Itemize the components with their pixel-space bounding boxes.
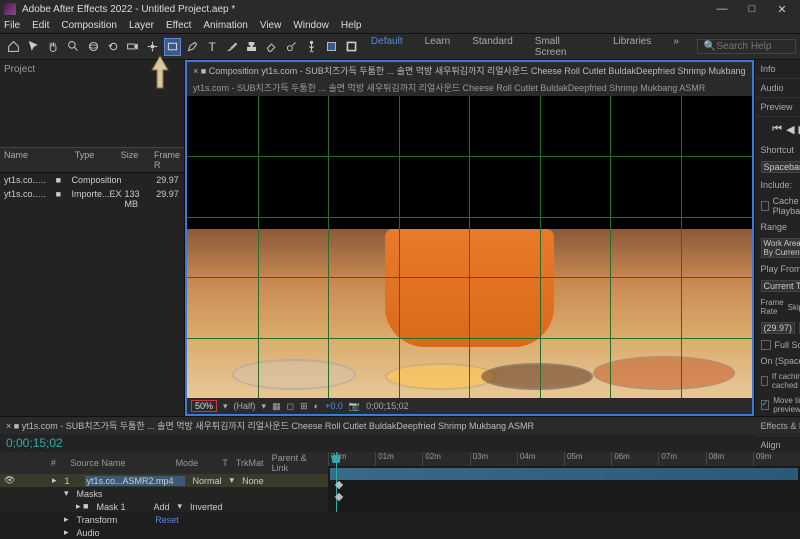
ifcaching-checkbox[interactable] [761, 376, 768, 386]
rectangle-tool-icon[interactable] [164, 38, 182, 56]
eraser-tool-icon[interactable] [263, 38, 281, 56]
workspace-tab-small[interactable]: Small Screen [525, 34, 601, 60]
menu-window[interactable]: Window [293, 20, 329, 31]
timeline-track-area[interactable]: 00m01m02m03m04m05m06m07m08m09m [328, 452, 800, 512]
fullscreen-checkbox[interactable] [761, 340, 771, 350]
minimize-button[interactable]: — [708, 1, 736, 17]
composition-breadcrumb[interactable]: yt1s.com - SUB치즈가득 두툼한 ... 솔면 먹방 새우튀김까지 … [187, 79, 752, 96]
resolution-dropdown[interactable]: (Half) [234, 401, 256, 411]
timeline-mask1[interactable]: ▸ ■Mask 1Add▾Inverted [0, 500, 328, 513]
app-logo [4, 3, 16, 15]
composition-viewer[interactable] [187, 96, 752, 398]
roto-brush-tool-icon[interactable] [283, 38, 301, 56]
search-help[interactable]: 🔍 [697, 39, 796, 54]
effects-panel-header[interactable]: Effects & Presets [755, 417, 800, 436]
prev-frame-icon[interactable]: ◀ [786, 123, 794, 136]
viewer-time[interactable]: 0;00;15;02 [366, 401, 409, 411]
cache-checkbox[interactable] [761, 201, 769, 211]
zoom-tool-icon[interactable] [64, 38, 82, 56]
grid-toggle-icon[interactable]: ▦ [272, 401, 281, 412]
zoom-level[interactable]: 50% [191, 400, 217, 412]
grid-overlay [187, 96, 752, 398]
preview-panel-header[interactable]: Preview [755, 98, 800, 117]
range-dropdown[interactable]: Work Area Extended By Current... [761, 238, 800, 258]
pan-behind-tool-icon[interactable] [144, 38, 162, 56]
timeline-ruler[interactable]: 00m01m02m03m04m05m06m07m08m09m [328, 452, 800, 466]
current-time[interactable]: 0;00;15;02 [0, 434, 69, 452]
toolbar: T Default Learn Standard Small Screen Li… [0, 34, 800, 60]
framerate-value[interactable]: (29.97) [761, 322, 796, 334]
search-icon: 🔍 [704, 41, 716, 52]
close-button[interactable]: ✕ [768, 1, 796, 17]
pen-tool-icon[interactable] [183, 38, 201, 56]
project-item[interactable]: yt1s.co...R.mp4■Importe...EX133 MB29.97 [0, 187, 184, 211]
shortcut-dropdown[interactable]: Spacebar [761, 161, 800, 173]
home-icon[interactable] [5, 38, 23, 56]
project-item[interactable]: yt1s.co...ASMR■Composition29.97 [0, 173, 184, 187]
rotation-tool-icon[interactable] [104, 38, 122, 56]
stroke-swatch[interactable] [342, 38, 360, 56]
timeline-transform[interactable]: ▸TransformReset [0, 513, 328, 526]
menu-layer[interactable]: Layer [129, 20, 154, 31]
preview-controls: ⏮ ◀ ▶ ▶ ⏭ [755, 117, 800, 142]
timeline-layer[interactable]: 👁▸1yt1s.co...ASMR2.mp4Normal▾None [0, 474, 328, 487]
selection-tool-icon[interactable] [25, 38, 43, 56]
project-columns-header: NameTypeSizeFrame R [0, 148, 184, 173]
layer-duration-bar[interactable] [330, 468, 798, 480]
movetime-checkbox[interactable] [761, 400, 770, 410]
menu-animation[interactable]: Animation [203, 20, 247, 31]
menubar: File Edit Composition Layer Effect Anima… [0, 18, 800, 34]
maximize-button[interactable]: □ [738, 1, 766, 17]
viewer-footer: 50% ▾ (Half) ▾ ▦ ◻ ⊞ ◐ +0.0 📷 0;00;15;02 [187, 398, 752, 414]
window-title: Adobe After Effects 2022 - Untitled Proj… [22, 4, 708, 15]
puppet-tool-icon[interactable] [302, 38, 320, 56]
brush-tool-icon[interactable] [223, 38, 241, 56]
timeline-audio[interactable]: ▸Audio [0, 526, 328, 539]
workspace-overflow-icon[interactable]: » [663, 34, 689, 60]
info-panel-header[interactable]: Info [755, 60, 800, 79]
menu-composition[interactable]: Composition [61, 20, 117, 31]
camera-tool-icon[interactable] [124, 38, 142, 56]
workspace-tab-libraries[interactable]: Libraries [603, 34, 661, 60]
hand-tool-icon[interactable] [45, 38, 63, 56]
exposure-value[interactable]: +0.0 [325, 401, 343, 411]
clone-stamp-tool-icon[interactable] [243, 38, 261, 56]
menu-effect[interactable]: Effect [166, 20, 191, 31]
workspace-tab-learn[interactable]: Learn [415, 34, 461, 60]
audio-panel-header[interactable]: Audio [755, 79, 800, 98]
menu-view[interactable]: View [260, 20, 282, 31]
mask-toggle-icon[interactable]: ◻ [287, 401, 294, 412]
orbit-tool-icon[interactable] [84, 38, 102, 56]
first-frame-icon[interactable]: ⏮ [772, 123, 782, 136]
playfrom-dropdown[interactable]: Current Time [761, 280, 800, 292]
composition-tab[interactable]: × ■ Composition yt1s.com - SUB치즈가득 두툼한 .… [187, 62, 752, 79]
workspace-tab-default[interactable]: Default [361, 34, 413, 60]
channel-icon[interactable]: ◐ [314, 401, 319, 411]
snapshot-icon[interactable]: 📷 [349, 401, 360, 412]
search-input[interactable] [716, 41, 786, 52]
menu-edit[interactable]: Edit [32, 20, 49, 31]
menu-help[interactable]: Help [341, 20, 362, 31]
type-tool-icon[interactable]: T [203, 38, 221, 56]
fill-swatch[interactable] [322, 38, 340, 56]
guides-toggle-icon[interactable]: ⊞ [300, 401, 308, 412]
timeline-tab[interactable]: × ■ yt1s.com - SUB치즈가득 두툼한 ... 솔면 먹방 새우튀… [0, 417, 800, 434]
annotation-arrow [148, 54, 172, 90]
menu-file[interactable]: File [4, 20, 20, 31]
workspace-tab-standard[interactable]: Standard [462, 34, 523, 60]
timeline-masks[interactable]: ▾Masks [0, 487, 328, 500]
